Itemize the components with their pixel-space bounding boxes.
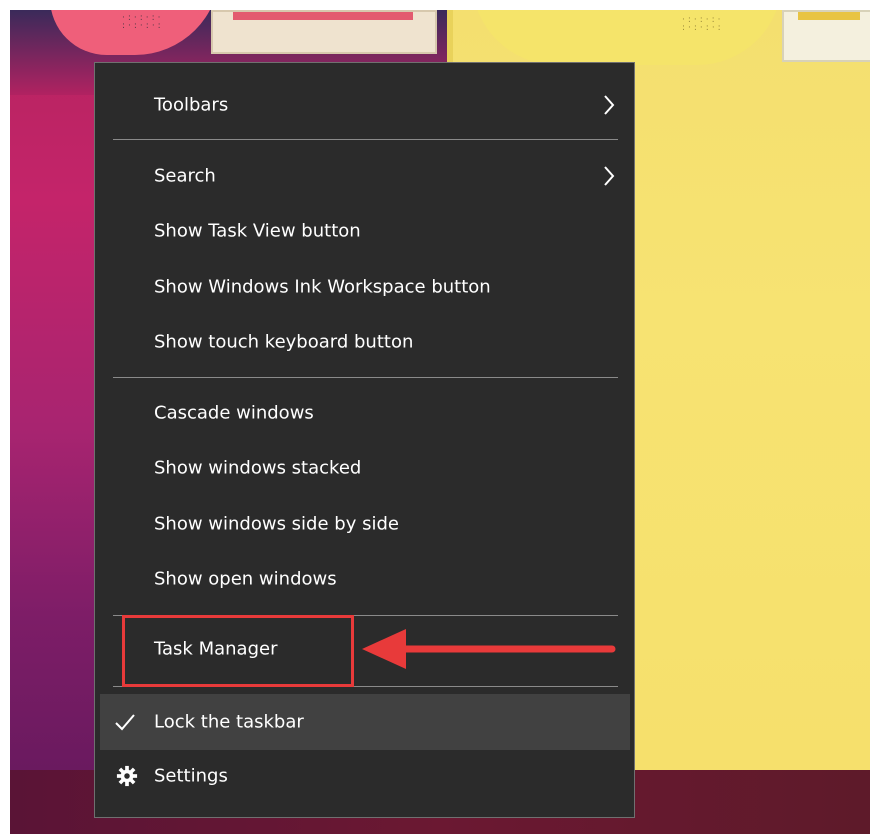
wallpaper-dots: ·:·:·:·:·:·:·: (682, 15, 724, 33)
menu-item-label: Show Task View button (154, 220, 361, 242)
wallpaper-card (782, 10, 870, 62)
menu-item-settings[interactable]: Settings (95, 752, 634, 800)
menu-item-label: Show windows side by side (154, 513, 399, 535)
menu-item-show-windows-stacked[interactable]: Show windows stacked (95, 444, 634, 492)
menu-item-label: Toolbars (154, 94, 229, 116)
menu-separator (113, 377, 618, 378)
menu-item-label: Settings (154, 765, 228, 787)
taskbar-context-menu: Toolbars Search Show Task View button Sh… (94, 62, 635, 818)
annotation-highlight-box (122, 615, 354, 687)
annotation-arrow-icon (362, 629, 616, 669)
chevron-right-icon (604, 166, 615, 186)
menu-item-label: Show windows stacked (154, 457, 362, 479)
wallpaper-dots: ·:·:·:·:·:·:·: (122, 13, 164, 31)
menu-item-label: Show touch keyboard button (154, 331, 414, 353)
wallpaper-card (211, 10, 437, 54)
screen: ·:·:·:·:·:·:·: ·:·:·:·:·:·:·: Toolbars S… (0, 0, 870, 834)
chevron-right-icon (604, 95, 615, 115)
menu-item-toolbars[interactable]: Toolbars (95, 81, 634, 129)
menu-item-show-task-view-button[interactable]: Show Task View button (95, 207, 634, 255)
menu-item-cascade-windows[interactable]: Cascade windows (95, 389, 634, 437)
menu-item-search[interactable]: Search (95, 152, 634, 200)
menu-item-label: Cascade windows (154, 402, 314, 424)
gear-icon (116, 765, 138, 787)
menu-item-lock-the-taskbar[interactable]: Lock the taskbar (100, 694, 630, 750)
menu-item-show-windows-ink-workspace-button[interactable]: Show Windows Ink Workspace button (95, 263, 634, 311)
menu-item-show-open-windows[interactable]: Show open windows (95, 555, 634, 603)
checkmark-icon (115, 714, 135, 731)
menu-item-show-touch-keyboard-button[interactable]: Show touch keyboard button (95, 318, 634, 366)
menu-item-label: Lock the taskbar (154, 711, 304, 733)
menu-item-label: Search (154, 165, 216, 187)
menu-item-label: Show Windows Ink Workspace button (154, 276, 491, 298)
menu-separator (113, 139, 618, 140)
menu-item-show-windows-side-by-side[interactable]: Show windows side by side (95, 500, 634, 548)
menu-item-label: Show open windows (154, 568, 337, 590)
